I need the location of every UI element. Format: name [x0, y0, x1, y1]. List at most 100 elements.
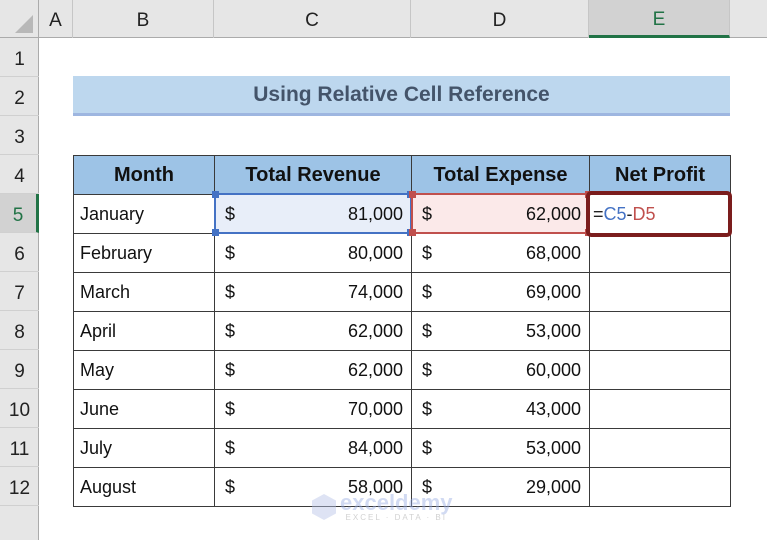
- table-row: July$84,000$53,000: [74, 429, 731, 468]
- row-header-4[interactable]: 4: [0, 155, 39, 194]
- column-header-b[interactable]: B: [73, 0, 214, 38]
- row-header-2[interactable]: 2: [0, 77, 39, 116]
- cell-total-revenue[interactable]: $84,000: [215, 429, 412, 468]
- row-header-11[interactable]: 11: [0, 428, 39, 467]
- select-all-button[interactable]: [0, 0, 39, 38]
- row-header-10[interactable]: 10: [0, 389, 39, 428]
- cell-total-expense[interactable]: $43,000: [412, 390, 590, 429]
- cell-month[interactable]: March: [74, 273, 215, 312]
- cell-net-profit[interactable]: [590, 351, 731, 390]
- row-header-5[interactable]: 5: [0, 194, 39, 233]
- cell-net-profit[interactable]: [590, 312, 731, 351]
- expense-value: 69,000: [526, 282, 581, 303]
- currency-symbol: $: [418, 321, 432, 342]
- cell-e5-formula-editor[interactable]: = C5 - D5: [586, 191, 732, 237]
- cell-net-profit[interactable]: [590, 429, 731, 468]
- revenue-value: 74,000: [348, 282, 403, 303]
- header-month[interactable]: Month: [74, 156, 215, 195]
- watermark: exceldemy EXCEL · DATA · BI: [312, 492, 453, 522]
- currency-symbol: $: [221, 204, 235, 225]
- row-header-bar: 1 2 3 4 5 6 7 8 9 10 11 12: [0, 38, 39, 540]
- table-row: May$62,000$60,000: [74, 351, 731, 390]
- cell-net-profit[interactable]: [590, 273, 731, 312]
- cell-month[interactable]: April: [74, 312, 215, 351]
- column-header-e[interactable]: E: [589, 0, 730, 38]
- revenue-value: 62,000: [348, 321, 403, 342]
- row-header-1[interactable]: 1: [0, 38, 39, 77]
- cell-net-profit[interactable]: [590, 468, 731, 507]
- cell-month[interactable]: February: [74, 234, 215, 273]
- revenue-value: 62,000: [348, 360, 403, 381]
- cell-net-profit[interactable]: [590, 234, 731, 273]
- cell-total-expense[interactable]: $68,000: [412, 234, 590, 273]
- currency-symbol: $: [418, 399, 432, 420]
- currency-symbol: $: [418, 360, 432, 381]
- row-header-6[interactable]: 6: [0, 233, 39, 272]
- table-row: April$62,000$53,000: [74, 312, 731, 351]
- formula-equals: =: [593, 204, 604, 225]
- cell-month[interactable]: June: [74, 390, 215, 429]
- row-header-8[interactable]: 8: [0, 311, 39, 350]
- header-total-expense[interactable]: Total Expense: [412, 156, 590, 195]
- cell-month[interactable]: July: [74, 429, 215, 468]
- currency-symbol: $: [418, 204, 432, 225]
- column-header-bar: A B C D E: [0, 0, 767, 38]
- currency-symbol: $: [221, 243, 235, 264]
- cell-total-expense[interactable]: $53,000: [412, 312, 590, 351]
- expense-value: 43,000: [526, 399, 581, 420]
- revenue-value: 81,000: [348, 204, 403, 225]
- table-row: June$70,000$43,000: [74, 390, 731, 429]
- column-header-a[interactable]: A: [39, 0, 73, 38]
- watermark-name: exceldemy: [340, 492, 453, 514]
- expense-value: 53,000: [526, 321, 581, 342]
- table-row: February$80,000$68,000: [74, 234, 731, 273]
- expense-value: 60,000: [526, 360, 581, 381]
- cell-total-revenue[interactable]: $81,000: [215, 195, 412, 234]
- header-total-revenue[interactable]: Total Revenue: [215, 156, 412, 195]
- cell-total-expense[interactable]: $69,000: [412, 273, 590, 312]
- cell-total-expense[interactable]: $60,000: [412, 351, 590, 390]
- currency-symbol: $: [221, 282, 235, 303]
- select-all-triangle-icon: [15, 15, 33, 33]
- row-header-12[interactable]: 12: [0, 467, 39, 506]
- currency-symbol: $: [221, 477, 235, 498]
- currency-symbol: $: [221, 360, 235, 381]
- expense-value: 53,000: [526, 438, 581, 459]
- cell-total-revenue[interactable]: $74,000: [215, 273, 412, 312]
- column-header-d[interactable]: D: [411, 0, 589, 38]
- cell-total-revenue[interactable]: $80,000: [215, 234, 412, 273]
- cell-net-profit[interactable]: [590, 390, 731, 429]
- cell-total-revenue[interactable]: $70,000: [215, 390, 412, 429]
- row-header-7[interactable]: 7: [0, 272, 39, 311]
- cell-month[interactable]: January: [74, 195, 215, 234]
- watermark-tagline: EXCEL · DATA · BI: [340, 514, 453, 522]
- currency-symbol: $: [418, 282, 432, 303]
- formula-ref-c5: C5: [604, 204, 627, 225]
- revenue-value: 70,000: [348, 399, 403, 420]
- revenue-value: 80,000: [348, 243, 403, 264]
- currency-symbol: $: [418, 438, 432, 459]
- currency-symbol: $: [221, 321, 235, 342]
- sheet-title[interactable]: Using Relative Cell Reference: [73, 76, 730, 116]
- revenue-value: 84,000: [348, 438, 403, 459]
- cell-month[interactable]: May: [74, 351, 215, 390]
- currency-symbol: $: [418, 243, 432, 264]
- cell-total-expense[interactable]: $53,000: [412, 429, 590, 468]
- cell-total-revenue[interactable]: $62,000: [215, 312, 412, 351]
- exceldemy-logo-icon: [312, 494, 336, 520]
- expense-value: 68,000: [526, 243, 581, 264]
- currency-symbol: $: [221, 438, 235, 459]
- header-net-profit[interactable]: Net Profit: [590, 156, 731, 195]
- currency-symbol: $: [221, 399, 235, 420]
- row-header-3[interactable]: 3: [0, 116, 39, 155]
- cell-total-expense[interactable]: $62,000: [412, 195, 590, 234]
- column-header-c[interactable]: C: [214, 0, 411, 38]
- table-row: March$74,000$69,000: [74, 273, 731, 312]
- table-header-row: Month Total Revenue Total Expense Net Pr…: [74, 156, 731, 195]
- cell-month[interactable]: August: [74, 468, 215, 507]
- cell-total-revenue[interactable]: $62,000: [215, 351, 412, 390]
- expense-value: 29,000: [526, 477, 581, 498]
- formula-ref-d5: D5: [633, 204, 656, 225]
- row-header-9[interactable]: 9: [0, 350, 39, 389]
- expense-value: 62,000: [526, 204, 581, 225]
